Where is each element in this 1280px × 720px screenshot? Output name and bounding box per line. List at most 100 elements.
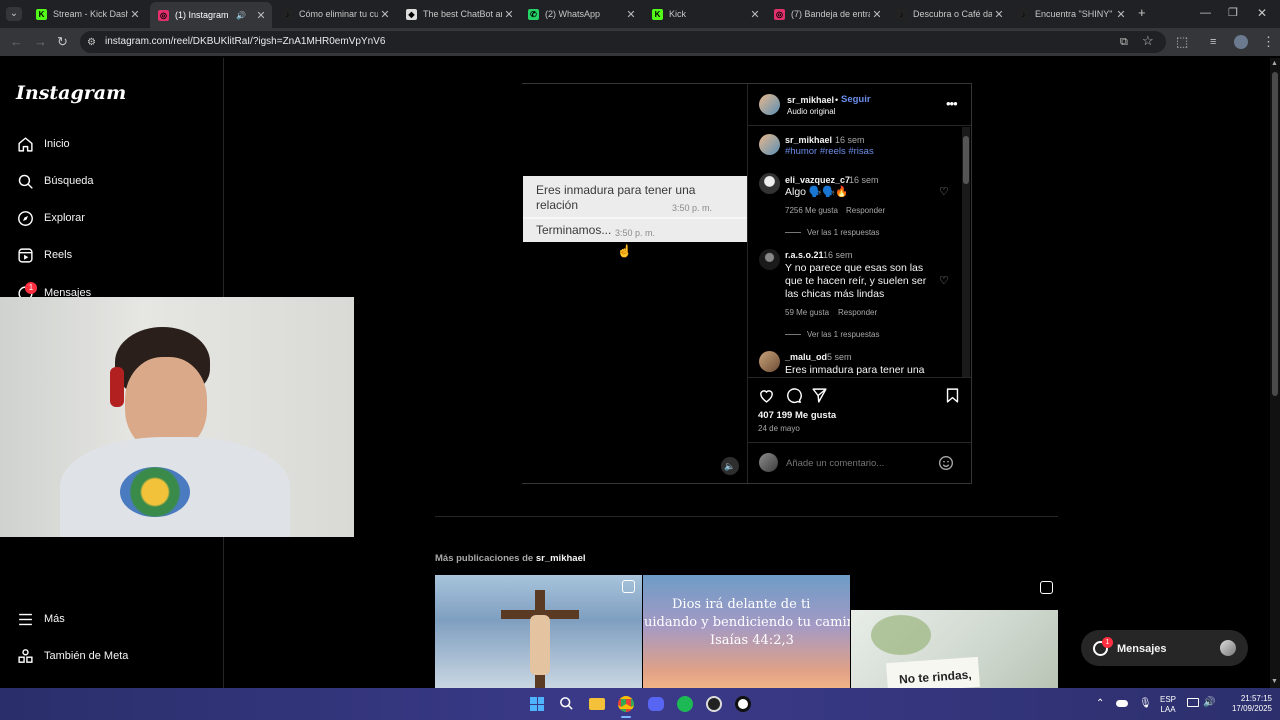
comment-likes[interactable]: 7256 Me gusta	[785, 206, 838, 215]
page-scrollbar-thumb[interactable]	[1272, 72, 1278, 396]
close-window-icon[interactable]: ✕	[1257, 6, 1267, 20]
obs-icon[interactable]	[706, 696, 722, 712]
tab-close-icon[interactable]: ✕	[378, 8, 392, 21]
messages-pill-label: Mensajes	[1117, 643, 1167, 655]
emoji-icon[interactable]	[938, 455, 954, 476]
tray-chevron-icon[interactable]: ⌃	[1096, 698, 1104, 709]
audio-link[interactable]: Audio original	[787, 107, 835, 116]
more-post-thumb[interactable]	[435, 575, 642, 688]
nav-reels[interactable]: Reels	[16, 246, 72, 264]
comment-username[interactable]: _malu_od	[785, 352, 827, 362]
comment-username[interactable]: eli_vazquez_c7	[785, 175, 850, 185]
reload-icon[interactable]: ↻	[57, 35, 68, 49]
more-post-thumb[interactable]: Dios irá delante de ti uidando y bendici…	[643, 575, 850, 688]
new-tab-icon[interactable]: +	[1138, 6, 1146, 20]
bookmark-star-icon[interactable]: ☆	[1142, 34, 1154, 48]
comment-age: 16 sem	[823, 250, 853, 260]
save-icon[interactable]	[944, 387, 961, 409]
tab-close-icon[interactable]: ✕	[1114, 8, 1128, 21]
tab-close-icon[interactable]: ✕	[992, 8, 1006, 21]
more-post-thumb[interactable]: No te rindas,	[851, 610, 1058, 688]
browser-tab[interactable]: ♪ Cómo eliminar tu cue ✕	[274, 4, 396, 24]
app-icon[interactable]	[735, 696, 751, 712]
comment-username[interactable]: r.a.s.o.21	[785, 250, 824, 260]
file-explorer-icon[interactable]	[589, 698, 605, 710]
tab-close-icon[interactable]: ✕	[870, 8, 884, 21]
commenter-avatar[interactable]	[759, 173, 780, 194]
nav-mas[interactable]: Más	[16, 610, 65, 628]
network-icon[interactable]	[1187, 698, 1199, 707]
tab-close-icon[interactable]: ✕	[254, 9, 268, 22]
url-text[interactable]: instagram.com/reel/DKBUKlitRaI/?igsh=ZnA…	[105, 36, 385, 47]
restore-icon[interactable]: ❐	[1228, 6, 1238, 20]
share-icon[interactable]	[811, 387, 828, 409]
comment-like-icon[interactable]: ♡	[939, 185, 949, 198]
author-username[interactable]: sr_mikhael	[787, 95, 834, 105]
like-icon[interactable]	[758, 387, 775, 409]
browser-tab[interactable]: ◎ (7) Bandeja de entrad ✕	[766, 4, 888, 24]
onedrive-icon[interactable]	[1116, 700, 1128, 707]
media-control-icon[interactable]: ≡	[1210, 35, 1216, 49]
follow-button[interactable]: Seguir	[841, 94, 871, 105]
tab-close-icon[interactable]: ✕	[624, 8, 638, 21]
taskbar-search-icon[interactable]	[559, 696, 574, 716]
caption-hashtags[interactable]: #humor #reels #risas	[785, 146, 874, 157]
nav-explorar[interactable]: Explorar	[16, 209, 85, 227]
commenter-avatar[interactable]	[759, 249, 780, 270]
reply-button[interactable]: Responder	[838, 308, 877, 317]
nav-inicio[interactable]: Inicio	[16, 135, 70, 153]
scroll-down-icon[interactable]: ▼	[1271, 678, 1278, 685]
browser-tab[interactable]: ✆ (2) WhatsApp ✕	[520, 4, 642, 24]
extensions-icon[interactable]: ⬚	[1176, 35, 1188, 49]
microphone-icon[interactable]: 🎙	[1139, 698, 1152, 709]
browser-tab[interactable]: K Stream - Kick Dashbo✕	[28, 4, 146, 24]
start-icon[interactable]	[530, 697, 544, 711]
browser-tab[interactable]: ◆ The best ChatBot and ✕	[398, 4, 520, 24]
tab-favicon-icon: ✆	[528, 8, 539, 20]
nav-busqueda[interactable]: Búsqueda	[16, 172, 94, 190]
chrome-icon[interactable]	[618, 696, 634, 712]
view-replies[interactable]: Ver las 1 respuestas	[807, 228, 879, 237]
tab-close-icon[interactable]: ✕	[748, 8, 762, 21]
install-app-icon[interactable]: ⧉	[1120, 35, 1128, 49]
reply-button[interactable]: Responder	[846, 206, 885, 215]
discord-icon[interactable]	[648, 697, 664, 711]
scroll-up-icon[interactable]: ▲	[1271, 60, 1278, 67]
language-indicator[interactable]: ESP LAA	[1158, 695, 1178, 715]
comment-icon[interactable]	[785, 387, 802, 409]
reel-video[interactable]	[522, 84, 747, 483]
browser-tab[interactable]: ♪ Descubra o Café da I ✕	[888, 4, 1010, 24]
profile-avatar[interactable]	[1234, 35, 1248, 49]
clock[interactable]: 21:57:15 17/09/2025	[1222, 694, 1272, 714]
spotify-icon[interactable]	[677, 696, 693, 712]
tab-title: Descubra o Café da I	[913, 9, 992, 19]
caption-avatar[interactable]	[759, 134, 780, 155]
tab-audio-icon[interactable]: 🔊	[236, 11, 246, 20]
likes-count[interactable]: 407 199 Me gusta	[758, 410, 836, 421]
mute-button[interactable]: 🔈	[721, 457, 739, 475]
comment-input[interactable]	[786, 455, 926, 471]
forward-icon[interactable]: →	[34, 35, 47, 49]
comment-likes[interactable]: 59 Me gusta	[785, 308, 829, 317]
back-icon[interactable]: ←	[10, 35, 23, 49]
browser-tab[interactable]: K Kick ✕	[644, 4, 766, 24]
comments-scrollbar-thumb[interactable]	[963, 136, 969, 184]
browser-menu-icon[interactable]: ⋮	[1262, 35, 1275, 49]
browser-tab[interactable]: ♪ Encuentra "SHINY" en✕	[1010, 4, 1132, 24]
minimize-icon[interactable]: —	[1200, 6, 1211, 20]
comment-like-icon[interactable]: ♡	[939, 274, 949, 287]
tab-close-icon[interactable]: ✕	[502, 8, 516, 21]
instagram-logo[interactable]: Instagram	[16, 82, 126, 104]
tab-close-icon[interactable]: ✕	[128, 8, 142, 21]
view-replies[interactable]: Ver las 1 respuestas	[807, 330, 879, 339]
nav-tambien-de-meta[interactable]: También de Meta	[16, 647, 128, 665]
caption-username[interactable]: sr_mikhael	[785, 135, 832, 145]
volume-icon[interactable]: 🔊	[1203, 697, 1215, 708]
more-options-icon[interactable]: •••	[946, 96, 958, 111]
tab-search-icon[interactable]: ⌄	[6, 7, 22, 21]
browser-tab[interactable]: ◎ (1) Instagram 🔊 ✕	[150, 2, 272, 28]
more-posts-username[interactable]: sr_mikhael	[536, 553, 586, 564]
author-avatar[interactable]	[759, 94, 780, 115]
commenter-avatar[interactable]	[759, 351, 780, 372]
site-info-icon[interactable]: ⚙	[87, 36, 96, 50]
